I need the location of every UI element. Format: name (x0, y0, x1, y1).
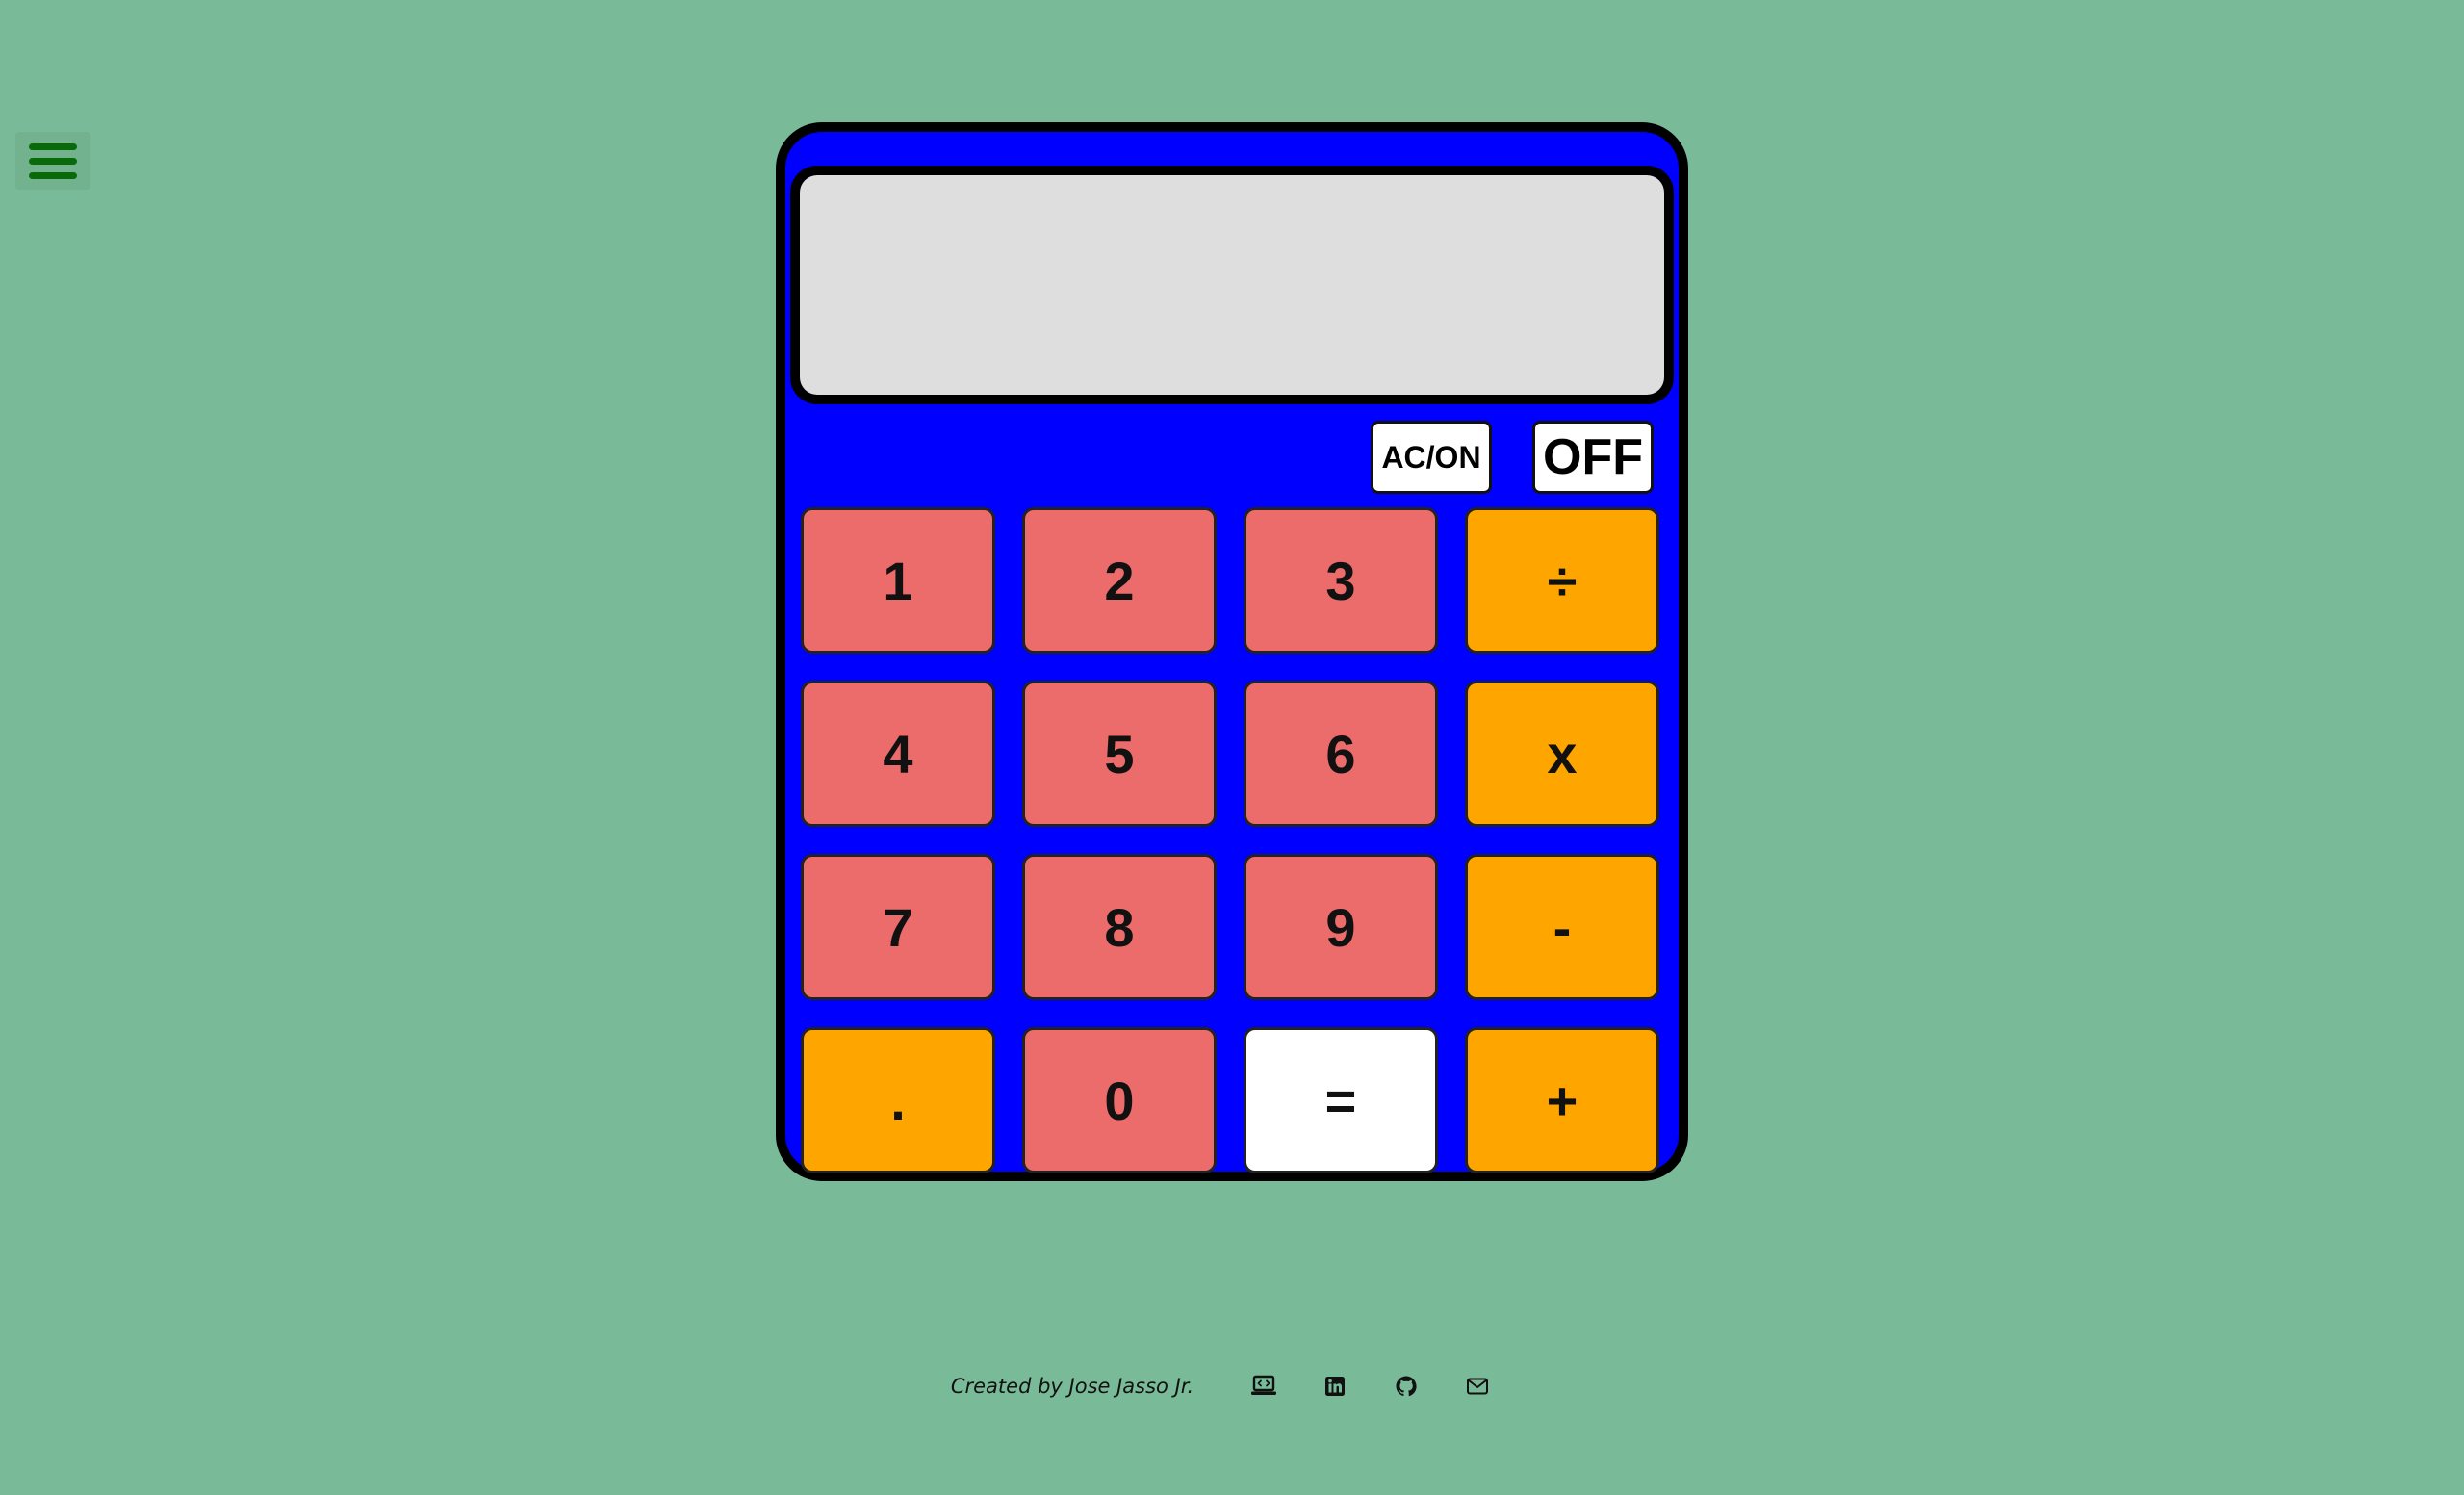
key-4[interactable]: 4 (801, 681, 995, 827)
key-1[interactable]: 1 (801, 507, 995, 654)
keypad: 1 2 3 ÷ 4 5 6 x 7 8 9 - . 0 = + (801, 507, 1663, 1173)
ac-on-button[interactable]: AC/ON (1371, 421, 1492, 494)
portfolio-link[interactable] (1249, 1372, 1278, 1401)
github-icon (1396, 1376, 1417, 1397)
footer: Created by Jose Jasso Jr. (0, 1365, 2464, 1407)
key-2[interactable]: 2 (1022, 507, 1217, 654)
linkedin-icon (1325, 1377, 1346, 1396)
key-multiply[interactable]: x (1465, 681, 1659, 827)
off-button[interactable]: OFF (1532, 421, 1654, 494)
key-subtract[interactable]: - (1465, 854, 1659, 1000)
key-divide[interactable]: ÷ (1465, 507, 1659, 654)
key-add[interactable]: + (1465, 1027, 1659, 1173)
calculator: AC/ON OFF 1 2 3 ÷ 4 5 6 x 7 8 9 - . 0 = … (776, 122, 1688, 1181)
github-link[interactable] (1392, 1372, 1421, 1401)
hamburger-menu-icon-bar (29, 157, 77, 165)
key-0[interactable]: 0 (1022, 1027, 1217, 1173)
footer-credit: Created by Jose Jasso Jr. (950, 1375, 1194, 1398)
display-frame (790, 166, 1674, 404)
key-9[interactable]: 9 (1244, 854, 1438, 1000)
key-decimal[interactable]: . (801, 1027, 995, 1173)
key-5[interactable]: 5 (1022, 681, 1217, 827)
key-3[interactable]: 3 (1244, 507, 1438, 654)
calculator-display (800, 175, 1664, 395)
menu-button[interactable] (15, 132, 90, 190)
envelope-icon (1467, 1378, 1489, 1395)
key-6[interactable]: 6 (1244, 681, 1438, 827)
hamburger-menu-icon (29, 142, 77, 150)
key-equals[interactable]: = (1244, 1027, 1438, 1173)
key-7[interactable]: 7 (801, 854, 995, 1000)
hamburger-menu-icon-bar (29, 171, 77, 179)
key-8[interactable]: 8 (1022, 854, 1217, 1000)
linkedin-link[interactable] (1321, 1372, 1349, 1401)
email-link[interactable] (1463, 1372, 1492, 1401)
laptop-code-icon (1251, 1375, 1277, 1395)
